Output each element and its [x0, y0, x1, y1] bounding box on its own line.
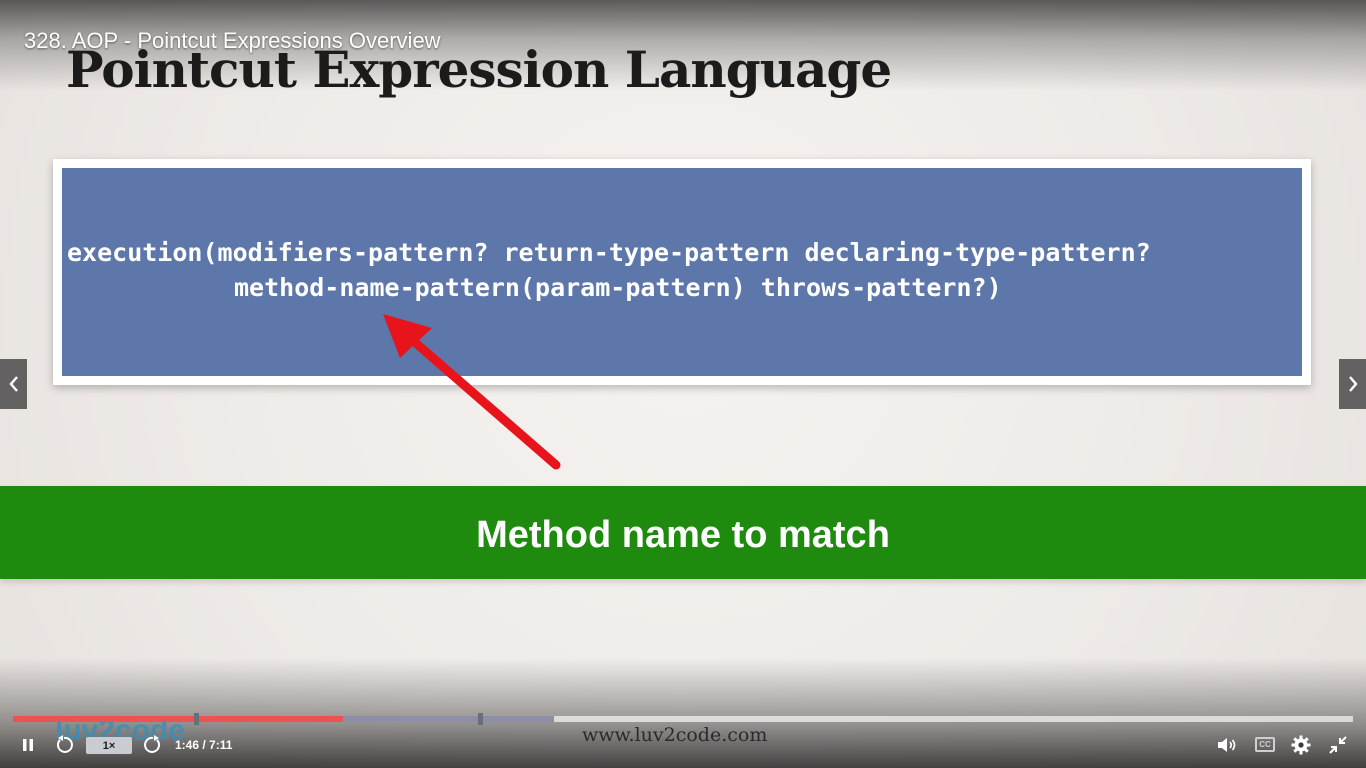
progress-played — [13, 716, 344, 722]
pause-button[interactable] — [16, 730, 40, 760]
chevron-left-icon — [8, 376, 18, 392]
captions-button[interactable]: CC — [1255, 737, 1275, 752]
progress-marker[interactable] — [193, 713, 199, 725]
code-line-2: method-name-pattern(param-pattern) throw… — [234, 273, 1002, 302]
previous-lecture-button[interactable] — [0, 359, 27, 409]
video-player[interactable]: Pointcut Expression Language execution(m… — [0, 0, 1366, 768]
rewind-5-icon — [57, 735, 73, 753]
exit-fullscreen-button[interactable] — [1326, 730, 1350, 760]
highlight-banner: Method name to match — [0, 486, 1366, 579]
banner-text: Method name to match — [476, 514, 890, 556]
volume-icon — [1218, 738, 1236, 752]
rewind-button[interactable] — [52, 730, 76, 760]
code-line-1: execution(modifiers-pattern? return-type… — [67, 238, 1151, 267]
progress-bar[interactable] — [13, 713, 1353, 725]
forward-button[interactable] — [141, 730, 165, 760]
settings-button[interactable] — [1289, 730, 1313, 760]
exit-fullscreen-icon — [1329, 736, 1347, 754]
control-bar: 1× 1:46 / 7:11 CC — [0, 730, 1366, 760]
video-title: 328. AOP - Pointcut Expressions Overview — [24, 28, 441, 53]
gear-icon — [1291, 735, 1311, 755]
code-frame: execution(modifiers-pattern? return-type… — [53, 159, 1311, 385]
volume-button[interactable] — [1215, 730, 1239, 760]
next-lecture-button[interactable] — [1339, 359, 1366, 409]
chevron-right-icon — [1348, 376, 1358, 392]
forward-5-icon — [144, 735, 160, 753]
time-display: 1:46 / 7:11 — [175, 738, 233, 752]
progress-marker[interactable] — [477, 713, 483, 725]
red-arrow-icon — [383, 314, 561, 470]
playback-speed-button[interactable]: 1× — [86, 737, 132, 754]
pause-icon — [23, 739, 33, 751]
code-box: execution(modifiers-pattern? return-type… — [62, 168, 1302, 376]
